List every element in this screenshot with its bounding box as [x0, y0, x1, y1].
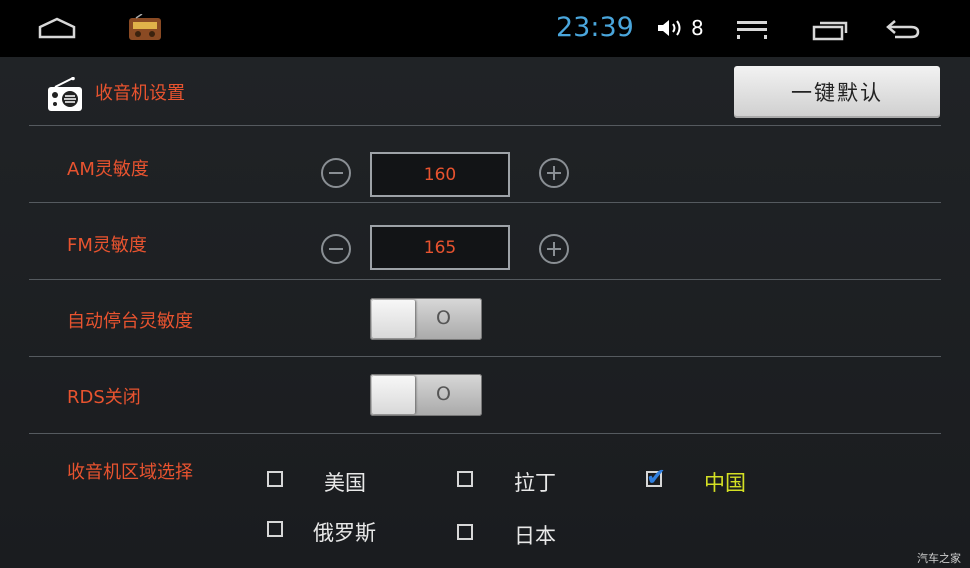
minus-icon — [329, 172, 343, 174]
region-japan-label[interactable]: 日本 — [514, 520, 556, 550]
volume-level: 8 — [691, 16, 704, 40]
toggle-knob[interactable] — [372, 376, 415, 414]
rds-label: RDS关闭 — [67, 387, 141, 408]
status-bar: 23:39 8 — [0, 0, 970, 57]
region-latin-checkbox[interactable] — [457, 471, 473, 487]
toggle-state: O — [436, 307, 451, 329]
region-russia-checkbox[interactable] — [267, 521, 283, 537]
minus-icon — [329, 248, 343, 250]
region-china-label[interactable]: 中国 — [704, 467, 746, 497]
fm-sensitivity-value[interactable]: 165 — [370, 225, 510, 270]
fm-sensitivity-label: FM灵敏度 — [67, 235, 147, 256]
region-usa-label[interactable]: 美国 — [324, 467, 366, 497]
divider — [29, 433, 941, 434]
region-select-label: 收音机区域选择 — [67, 462, 193, 483]
clock: 23:39 — [556, 12, 634, 43]
region-china-checkbox[interactable]: ✔ — [646, 465, 666, 489]
am-decrease-button[interactable] — [321, 158, 351, 188]
watermark: 汽车之家 — [917, 552, 961, 565]
divider — [29, 356, 941, 357]
page-title: 收音机设置 — [95, 83, 185, 104]
divider — [29, 279, 941, 280]
fm-decrease-button[interactable] — [321, 234, 351, 264]
divider — [29, 202, 941, 203]
region-russia-label[interactable]: 俄罗斯 — [313, 517, 376, 547]
back-icon[interactable] — [885, 18, 921, 40]
toggle-state: O — [436, 383, 451, 405]
region-latin-label[interactable]: 拉丁 — [514, 467, 556, 497]
volume-icon[interactable] — [657, 18, 685, 38]
auto-seek-sensitivity-label: 自动停台灵敏度 — [67, 311, 193, 332]
home-icon[interactable] — [38, 17, 76, 39]
checkmark-icon: ✔ — [646, 463, 667, 491]
region-usa-checkbox[interactable] — [267, 471, 283, 487]
reset-defaults-button[interactable]: 一键默认 — [734, 66, 940, 118]
am-sensitivity-label: AM灵敏度 — [67, 159, 149, 180]
menu-icon[interactable] — [736, 20, 768, 40]
radio-settings-icon — [48, 77, 82, 111]
divider — [29, 125, 941, 126]
fm-increase-button[interactable] — [539, 234, 569, 264]
region-japan-checkbox[interactable] — [457, 524, 473, 540]
auto-seek-toggle[interactable]: O — [370, 298, 482, 340]
radio-settings-panel: 收音机设置 一键默认 AM灵敏度 160 FM灵敏度 165 自动停台灵敏度 O… — [0, 57, 970, 568]
am-sensitivity-value[interactable]: 160 — [370, 152, 510, 197]
radio-app-icon[interactable] — [128, 14, 162, 42]
am-increase-button[interactable] — [539, 158, 569, 188]
rds-toggle[interactable]: O — [370, 374, 482, 416]
recent-apps-icon[interactable] — [812, 19, 848, 41]
toggle-knob[interactable] — [372, 300, 415, 338]
